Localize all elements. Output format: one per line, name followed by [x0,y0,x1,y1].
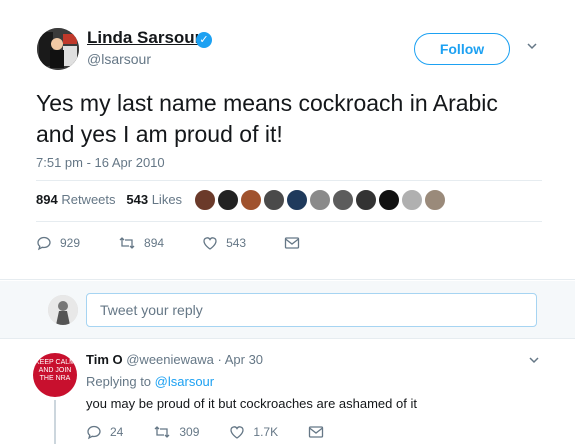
reply-button[interactable]: 929 [36,235,80,251]
heart-icon [230,426,245,439]
liker-avatar[interactable] [263,189,285,211]
reply-count: 24 [110,425,124,439]
retweets-label[interactable]: Retweets [61,192,115,207]
current-user-avatar [48,295,78,325]
likes-label[interactable]: Likes [152,192,182,207]
direct-message-button[interactable] [284,236,308,250]
reply-author-handle[interactable]: @weeniewawa [126,352,214,367]
liker-avatar[interactable] [424,189,446,211]
reply-input[interactable]: Tweet your reply [86,293,537,327]
tweet-stats: 894 Retweets 543 Likes [36,192,182,207]
reply-icon [37,236,51,251]
envelope-icon [308,426,324,438]
liker-avatar[interactable] [378,189,400,211]
reply-author-avatar[interactable]: KEEP CALM AND JOIN THE NRA [33,353,77,397]
avatar-image [48,295,78,325]
liker-avatar[interactable] [194,189,216,211]
envelope-icon [284,237,300,249]
author-avatar[interactable] [37,28,79,70]
reply-author-name[interactable]: Tim O [86,352,123,367]
reply-composer: Tweet your reply [0,281,575,339]
liker-avatar[interactable] [355,189,377,211]
main-tweet: Linda Sarsour ✓ @lsarsour Follow Yes my … [0,0,575,280]
replying-prefix: Replying to [86,374,152,389]
reply-icon [87,425,101,440]
liker-avatars [194,189,447,213]
tweet-actions: 929 894 543 [36,235,346,251]
author-name[interactable]: Linda Sarsour [87,28,201,48]
reply-tweet: KEEP CALM AND JOIN THE NRA Tim O @weenie… [0,340,575,444]
reply-button[interactable]: 24 [86,424,123,440]
thread-line [54,400,56,444]
retweet-icon [154,426,170,438]
reply-text: you may be proud of it but cockroaches a… [86,396,417,411]
chevron-down-icon[interactable] [526,40,538,52]
retweet-button[interactable]: 309 [153,424,199,440]
reply-count: 929 [60,236,81,250]
direct-message-button[interactable] [308,425,332,439]
chevron-down-icon[interactable] [528,354,540,366]
reply-actions: 24 309 1.7K [86,424,362,440]
avatar-image [37,28,79,70]
retweets-count[interactable]: 894 [36,192,58,207]
divider [36,180,542,181]
reply-author: Tim O @weeniewawa · Apr 30 [86,352,263,367]
verified-badge-icon: ✓ [196,32,212,48]
retweet-button[interactable]: 894 [118,235,164,251]
retweet-count: 309 [179,425,200,439]
author-handle[interactable]: @lsarsour [87,51,151,67]
retweet-icon [119,237,135,249]
liker-avatar[interactable] [332,189,354,211]
liker-avatar[interactable] [286,189,308,211]
replying-to: Replying to @lsarsour [86,374,214,389]
reply-date[interactable]: · Apr 30 [218,352,264,367]
like-button[interactable]: 1.7K [229,424,278,440]
replying-to-handle[interactable]: @lsarsour [155,374,214,389]
like-count: 543 [226,236,247,250]
liker-avatar[interactable] [401,189,423,211]
tweet-text: Yes my last name means cockroach in Arab… [36,90,498,147]
like-button[interactable]: 543 [202,235,246,251]
liker-avatar[interactable] [309,189,331,211]
liker-avatar[interactable] [217,189,239,211]
liker-avatar[interactable] [240,189,262,211]
retweet-count: 894 [144,236,165,250]
heart-icon [203,237,217,250]
like-count: 1.7K [253,425,279,439]
likes-count[interactable]: 543 [126,192,148,207]
tweet-timestamp[interactable]: 7:51 pm - 16 Apr 2010 [36,155,165,170]
divider [36,221,542,222]
follow-button[interactable]: Follow [414,33,510,65]
